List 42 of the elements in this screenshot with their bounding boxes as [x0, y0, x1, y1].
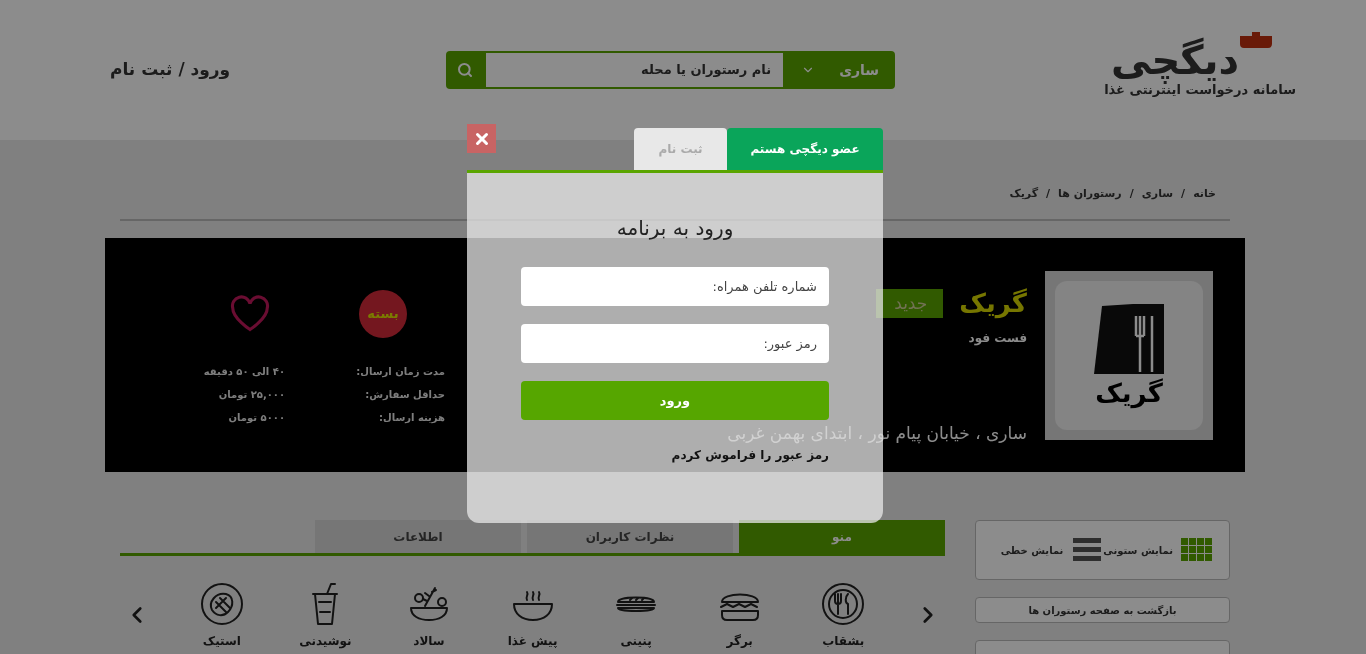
category-item[interactable]: برگر — [699, 580, 780, 650]
closed-status: بسته — [359, 290, 407, 338]
content-tab[interactable]: اطلاعات — [315, 520, 521, 553]
category-item[interactable]: نوشیدنی — [285, 580, 366, 650]
restaurant-category: فست فود — [968, 330, 1027, 347]
info-value: ۲۵,۰۰۰ تومان — [217, 388, 285, 402]
info-label: حداقل سفارش: — [365, 388, 445, 402]
breadcrumb-link[interactable]: گریک — [1009, 186, 1039, 203]
info-value: ۵۰۰۰ تومان — [227, 411, 285, 425]
modal-tab[interactable]: عضو دیگچی هستم — [727, 128, 883, 170]
category-item[interactable]: سالاد — [388, 580, 469, 650]
forgot-password-link[interactable]: رمز عبور را فراموش کردم — [671, 446, 829, 464]
search-icon — [457, 62, 474, 78]
view-option[interactable]: نمایش خطی — [1000, 538, 1104, 562]
grid-icon — [1181, 538, 1213, 562]
category-item[interactable]: پنینی — [596, 580, 677, 650]
login-register-link[interactable]: ورود / ثبت نام — [110, 57, 231, 83]
close-button[interactable] — [467, 124, 496, 153]
login-button[interactable]: ورود — [521, 381, 829, 420]
breadcrumb-separator: / — [1181, 186, 1186, 203]
modal-title: ورود به برنامه — [616, 215, 734, 242]
view-option[interactable]: نمایش ستونی — [1103, 538, 1213, 562]
input-field[interactable]: رمز عبور: — [521, 324, 829, 363]
breadcrumb-separator: / — [1129, 186, 1134, 203]
category-item[interactable]: پیش غذا — [492, 580, 573, 650]
content-tab[interactable]: منو — [739, 520, 945, 553]
breadcrumb-link[interactable]: خانه — [1193, 186, 1216, 203]
list-icon — [1071, 538, 1104, 562]
city-dropdown[interactable]: ساری — [785, 51, 896, 89]
restaurant-name: گریک — [959, 287, 1027, 321]
input-field[interactable]: شماره تلفن همراه: — [521, 267, 829, 306]
info-label: مدت زمان ارسال: — [356, 365, 445, 379]
category-item[interactable]: بشقاب — [803, 580, 884, 650]
breadcrumb-separator: / — [1046, 186, 1051, 203]
breadcrumb-link[interactable]: ساری — [1141, 186, 1174, 203]
category-item[interactable]: استیک — [181, 580, 262, 650]
back-to-restaurants-button[interactable]: بازگشت به صفحه رستوران ها — [975, 597, 1230, 623]
breadcrumb-link[interactable]: رستوران ها — [1058, 186, 1122, 203]
menu-board-icon — [1094, 304, 1164, 376]
search-field[interactable]: نام رستوران یا محله — [484, 51, 786, 89]
info-label: هزینه ارسال: — [379, 411, 445, 425]
info-value: ۴۰ الی ۵۰ دقیقه — [202, 365, 285, 379]
